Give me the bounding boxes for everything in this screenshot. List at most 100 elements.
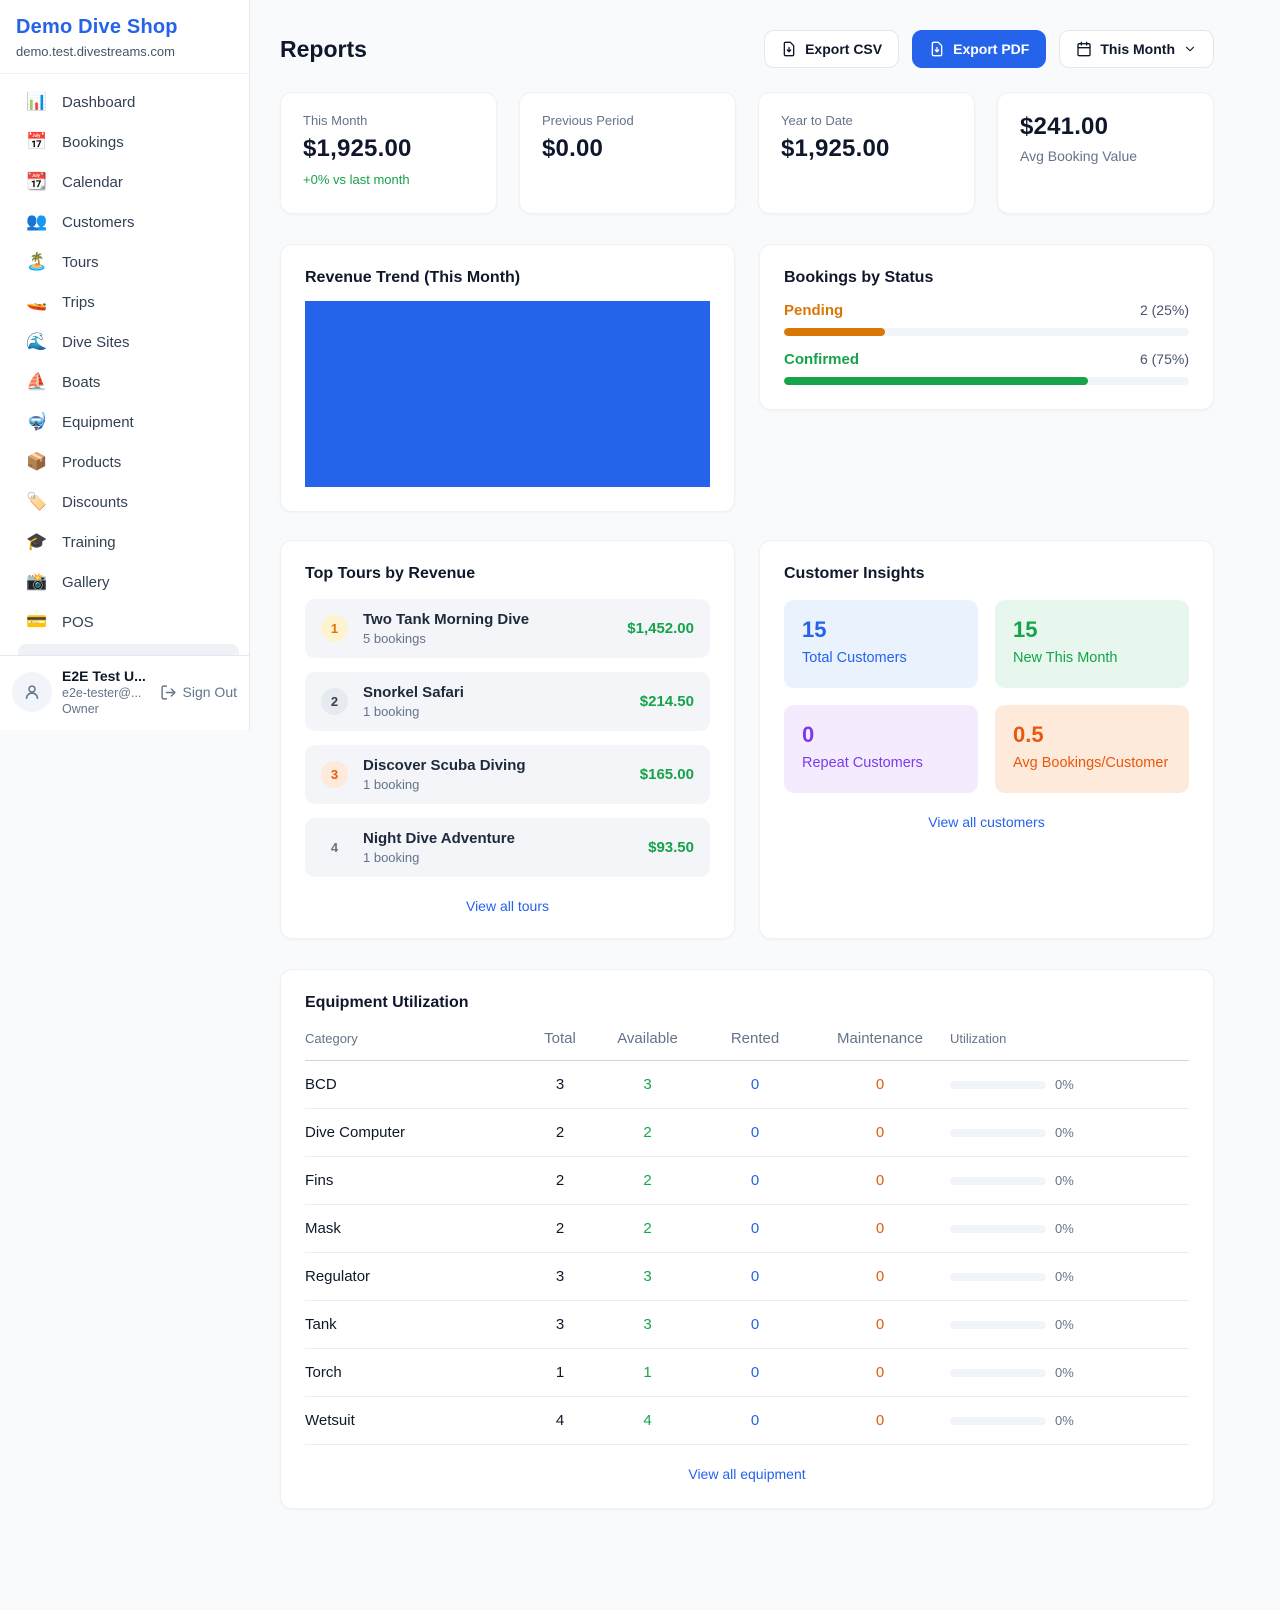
sidebar-item-trips[interactable]: 🚤 Trips <box>0 282 249 322</box>
tour-bookings: 1 booking <box>363 704 625 719</box>
revenue-trend-title: Revenue Trend (This Month) <box>305 269 710 287</box>
bookings-by-status-card: Bookings by Status Pending 2 (25%) Confi… <box>759 244 1214 410</box>
credit-card-icon: 💳 <box>26 612 48 632</box>
sidebar-nav: 📊 Dashboard 📅 Bookings 📆 Calendar 👥 Cust… <box>0 74 249 655</box>
period-dropdown[interactable]: This Month <box>1059 30 1214 68</box>
sidebar-item-label: Dive Sites <box>62 334 130 351</box>
sailboat-icon: ⛵ <box>26 372 48 392</box>
table-header: Category Total Available Rented Maintena… <box>305 1030 1189 1061</box>
insight-tiles: 15 Total Customers 15 New This Month 0 R… <box>784 600 1189 793</box>
stat-value: $1,925.00 <box>781 135 952 163</box>
column-header-maintenance: Maintenance <box>810 1030 950 1047</box>
column-header-utilization: Utilization <box>950 1031 1189 1046</box>
rank-badge: 1 <box>321 615 348 642</box>
revenue-trend-chart <box>305 301 710 487</box>
user-email: e2e-tester@... <box>62 686 150 700</box>
view-all-customers-link[interactable]: View all customers <box>784 814 1189 830</box>
stat-card-previous-period: Previous Period $0.00 <box>519 92 736 214</box>
table-row: Regulator 3 3 0 0 0% <box>305 1253 1189 1301</box>
user-role: Owner <box>62 702 150 716</box>
utilization-bar <box>950 1417 1046 1425</box>
table-row: Fins 2 2 0 0 0% <box>305 1157 1189 1205</box>
progress-track <box>784 377 1189 385</box>
tag-icon: 🏷️ <box>26 492 48 512</box>
sidebar-item-pos[interactable]: 💳 POS <box>0 602 249 642</box>
status-label: Confirmed <box>784 351 859 368</box>
top-tours-card: Top Tours by Revenue 1 Two Tank Morning … <box>280 540 735 939</box>
progress-fill <box>784 377 1088 385</box>
column-header-rented: Rented <box>700 1030 810 1047</box>
user-section: E2E Test U... e2e-tester@... Owner Sign … <box>0 655 249 730</box>
sidebar-item-products[interactable]: 📦 Products <box>0 442 249 482</box>
revenue-trend-card: Revenue Trend (This Month) <box>280 244 735 512</box>
insight-label: New This Month <box>1013 650 1171 666</box>
column-header-category: Category <box>305 1031 525 1046</box>
stat-value: $0.00 <box>542 135 713 163</box>
header-actions: Export CSV Export PDF This Month <box>764 30 1214 68</box>
sidebar-item-label: Customers <box>62 214 135 231</box>
sidebar-item-reports-partial[interactable] <box>18 644 239 655</box>
list-item: 1 Two Tank Morning Dive 5 bookings $1,45… <box>305 599 710 658</box>
package-icon: 📦 <box>26 452 48 472</box>
tour-revenue: $214.50 <box>640 693 694 710</box>
sidebar-item-discounts[interactable]: 🏷️ Discounts <box>0 482 249 522</box>
sidebar-item-training[interactable]: 🎓 Training <box>0 522 249 562</box>
utilization-bar <box>950 1129 1046 1137</box>
insight-tile-avg-bookings: 0.5 Avg Bookings/Customer <box>995 705 1189 793</box>
view-all-equipment-link[interactable]: View all equipment <box>305 1466 1189 1482</box>
file-download-icon <box>781 41 797 57</box>
sidebar-item-calendar[interactable]: 📆 Calendar <box>0 162 249 202</box>
export-pdf-button[interactable]: Export PDF <box>912 30 1046 68</box>
stats-row: This Month $1,925.00 +0% vs last month P… <box>280 92 1214 214</box>
sidebar-item-dive-sites[interactable]: 🌊 Dive Sites <box>0 322 249 362</box>
export-csv-label: Export CSV <box>805 41 882 57</box>
tour-bookings: 1 booking <box>363 850 633 865</box>
view-all-tours-link[interactable]: View all tours <box>305 898 710 914</box>
period-label: This Month <box>1100 41 1175 57</box>
sign-out-button[interactable]: Sign Out <box>160 684 237 701</box>
sign-out-label: Sign Out <box>183 684 237 700</box>
equipment-utilization-title: Equipment Utilization <box>305 994 1189 1012</box>
user-name: E2E Test U... <box>62 668 150 684</box>
customer-insights-card: Customer Insights 15 Total Customers 15 … <box>759 540 1214 939</box>
stat-label: Avg Booking Value <box>1020 148 1191 164</box>
main-content: Reports Export CSV Export PDF This Month <box>250 0 1280 1553</box>
stat-value: $1,925.00 <box>303 135 474 163</box>
table-row: BCD 3 3 0 0 0% <box>305 1061 1189 1109</box>
dashboard-icon: 📊 <box>26 92 48 112</box>
status-row-confirmed: Confirmed 6 (75%) <box>784 351 1189 385</box>
export-csv-button[interactable]: Export CSV <box>764 30 899 68</box>
sidebar-item-bookings[interactable]: 📅 Bookings <box>0 122 249 162</box>
stat-delta: +0% vs last month <box>303 172 474 187</box>
graduation-cap-icon: 🎓 <box>26 532 48 552</box>
tour-bookings: 5 bookings <box>363 631 612 646</box>
utilization-bar <box>950 1177 1046 1185</box>
sidebar-item-label: POS <box>62 614 94 631</box>
person-icon <box>22 682 42 702</box>
sidebar-item-label: Tours <box>62 254 99 271</box>
bookings-by-status-title: Bookings by Status <box>784 269 1189 287</box>
calendar-icon <box>1076 41 1092 57</box>
sidebar-item-label: Gallery <box>62 574 110 591</box>
brand-domain: demo.test.divestreams.com <box>16 44 233 59</box>
brand-name: Demo Dive Shop <box>16 16 233 39</box>
list-item: 2 Snorkel Safari 1 booking $214.50 <box>305 672 710 731</box>
calendar-icon: 📆 <box>26 172 48 192</box>
sidebar-item-boats[interactable]: ⛵ Boats <box>0 362 249 402</box>
table-row: Wetsuit 4 4 0 0 0% <box>305 1397 1189 1445</box>
table-row: Mask 2 2 0 0 0% <box>305 1205 1189 1253</box>
sidebar-item-customers[interactable]: 👥 Customers <box>0 202 249 242</box>
sidebar: Demo Dive Shop demo.test.divestreams.com… <box>0 0 250 730</box>
insight-label: Total Customers <box>802 650 960 666</box>
column-header-total: Total <box>525 1030 595 1047</box>
status-label: Pending <box>784 302 843 319</box>
sidebar-item-gallery[interactable]: 📸 Gallery <box>0 562 249 602</box>
sidebar-item-equipment[interactable]: 🤿 Equipment <box>0 402 249 442</box>
user-meta: E2E Test U... e2e-tester@... Owner <box>62 668 150 716</box>
sidebar-item-dashboard[interactable]: 📊 Dashboard <box>0 82 249 122</box>
top-tours-title: Top Tours by Revenue <box>305 565 710 583</box>
camera-icon: 📸 <box>26 572 48 592</box>
sidebar-item-tours[interactable]: 🏝️ Tours <box>0 242 249 282</box>
avatar <box>12 672 52 712</box>
page-header: Reports Export CSV Export PDF This Month <box>280 30 1214 68</box>
